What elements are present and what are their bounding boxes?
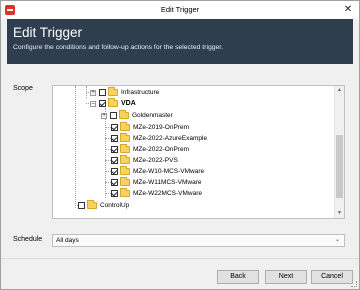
tree-checkbox[interactable]: [111, 146, 118, 153]
folder-icon: [120, 188, 130, 197]
schedule-selected-value: All days: [56, 237, 79, 244]
back-button[interactable]: Back: [217, 270, 259, 284]
folder-icon: [119, 110, 129, 119]
window-title: Edit Trigger: [160, 5, 200, 14]
tree-node-mze-w11mcs-vmware[interactable]: MZe-W11MCS-VMware: [111, 177, 202, 187]
tree-node-label: MZe-2019-OnPrem: [133, 124, 189, 131]
tree-node-mze-2019-onprem[interactable]: MZe-2019-OnPrem: [111, 122, 189, 132]
title-bar: Edit Trigger ✕: [1, 1, 359, 19]
expand-icon[interactable]: +: [90, 89, 96, 96]
folder-icon: [120, 155, 130, 164]
schedule-dropdown[interactable]: All days ⌄: [52, 234, 345, 247]
scrollbar-thumb[interactable]: [336, 135, 343, 198]
tree-node-mze-w22mcs-vmware[interactable]: MZe-W22MCS-VMware: [111, 188, 202, 198]
dialog-footer: Back Next Cancel: [1, 258, 359, 289]
tree-connector: [75, 86, 76, 208]
folder-icon: [87, 200, 97, 209]
tree-node-mze-2022-onprem[interactable]: MZe-2022-OnPrem: [111, 144, 189, 154]
tree-node-label: Infrastructure: [121, 89, 160, 96]
tree-node-label: MZe-W22MCS-VMware: [133, 190, 202, 197]
page-subtitle: Configure the conditions and follow-up a…: [13, 44, 224, 51]
tree-node-infrastructure[interactable]: + Infrastructure: [90, 87, 160, 97]
tree-node-mze-w10-mcs-vmware[interactable]: MZe-W10-MCS-VMware: [111, 166, 205, 176]
tree-node-goldenmaster[interactable]: + Goldenmaster: [101, 110, 173, 120]
resize-grip-icon[interactable]: [351, 281, 357, 287]
folder-icon: [108, 98, 118, 107]
tree-node-controlup[interactable]: ControlUp: [78, 200, 130, 210]
tree-checkbox[interactable]: [111, 179, 118, 186]
collapse-icon[interactable]: −: [90, 100, 96, 107]
folder-icon: [120, 177, 130, 186]
tree-checkbox[interactable]: [111, 190, 118, 197]
tree-checkbox[interactable]: [111, 157, 118, 164]
close-icon[interactable]: ✕: [341, 3, 355, 17]
tree-node-label: MZe-2022-OnPrem: [133, 146, 189, 153]
scope-label: Scope: [13, 85, 33, 92]
tree-node-label: VDA: [121, 100, 136, 107]
folder-icon: [120, 166, 130, 175]
tree-scrollbar[interactable]: ▲ ▼: [334, 86, 344, 218]
chevron-down-icon: ⌄: [334, 236, 340, 243]
tree-node-label: MZe-2022-AzureExample: [133, 135, 208, 142]
folder-icon: [120, 144, 130, 153]
edit-trigger-window: Edit Trigger ✕ Edit Trigger Configure th…: [0, 0, 360, 290]
scroll-down-icon[interactable]: ▼: [335, 209, 344, 218]
header-banner: Edit Trigger Configure the conditions an…: [7, 19, 353, 64]
folder-icon: [120, 133, 130, 142]
tree-connector: [105, 108, 106, 198]
folder-icon: [120, 122, 130, 131]
tree-node-label: Goldenmaster: [132, 112, 173, 119]
page-title: Edit Trigger: [13, 25, 83, 40]
cancel-button[interactable]: Cancel: [311, 270, 353, 284]
tree-node-label: MZe-W10-MCS-VMware: [133, 168, 205, 175]
tree-node-mze-2022-pvs[interactable]: MZe-2022-PVS: [111, 155, 178, 165]
schedule-label: Schedule: [13, 236, 43, 243]
tree-checkbox[interactable]: [111, 124, 118, 131]
tree-node-label: ControlUp: [100, 202, 130, 209]
scope-tree[interactable]: + Infrastructure − VDA + Goldenmaster MZ…: [52, 85, 345, 219]
scroll-up-icon[interactable]: ▲: [335, 86, 344, 95]
tree-node-mze-2022-azureexample[interactable]: MZe-2022-AzureExample: [111, 133, 208, 143]
tree-checkbox[interactable]: [110, 112, 117, 119]
tree-checkbox[interactable]: [111, 168, 118, 175]
tree-node-vda[interactable]: − VDA: [90, 98, 136, 108]
tree-node-label: MZe-W11MCS-VMware: [133, 179, 202, 186]
tree-checkbox[interactable]: [99, 100, 106, 107]
tree-checkbox[interactable]: [99, 89, 106, 96]
tree-checkbox[interactable]: [78, 202, 85, 209]
tree-node-label: MZe-2022-PVS: [133, 157, 178, 164]
expand-icon[interactable]: +: [101, 112, 107, 119]
tree-checkbox[interactable]: [111, 135, 118, 142]
next-button[interactable]: Next: [265, 270, 307, 284]
folder-icon: [108, 87, 118, 96]
